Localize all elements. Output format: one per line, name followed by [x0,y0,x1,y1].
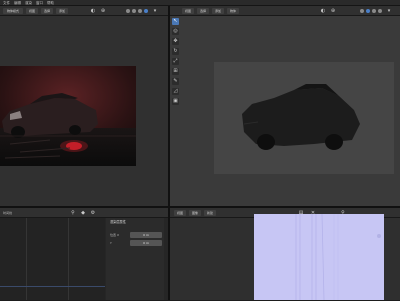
render-svg [0,66,136,166]
bottom-right-editor: 视图 图像 新建 ▤ ✕ ⚲ [170,208,400,301]
bottom-left-header: 时间线 ⚲ ◆ ⚙ [0,208,168,218]
gear-icon[interactable]: ⚙ [90,210,96,216]
gizmo-icon[interactable]: ⊕ [100,8,106,14]
shading-solid-icon[interactable] [366,9,370,13]
left-viewport[interactable]: 物体模式 视图 选择 添加 ◐ ⊕ ▾ [0,6,168,206]
properties-panel: 渲染层属性 位置 X 0 m Y 0 m [106,218,164,300]
shading-solid-icon[interactable] [132,9,136,13]
shading-wire-icon[interactable] [360,9,364,13]
rotate-icon[interactable]: ↻ [172,48,179,55]
cursor-icon[interactable]: ◎ [172,28,179,35]
overlay-icon[interactable]: ◐ [320,8,326,14]
image-menu[interactable]: 图像 [189,210,201,216]
overlay-icon[interactable]: ◐ [90,8,96,14]
view-menu[interactable]: 视图 [182,8,194,14]
view-menu[interactable]: 视图 [174,210,186,216]
panel-title: 渲染层属性 [110,220,126,224]
toolbar: ↖ ◎ ✥ ↻ ⤢ ⊞ ✎ ◿ ▣ [172,18,180,128]
object-menu[interactable]: 物体 [227,8,239,14]
shading-material-icon[interactable] [138,9,142,13]
add-menu[interactable]: 添加 [56,8,68,14]
filter-icon[interactable]: ⚲ [70,210,76,216]
shading-wire-icon[interactable] [126,9,130,13]
select-menu[interactable]: 选择 [197,8,209,14]
timeline-title: 时间线 [3,211,13,215]
field-label-x: 位置 X [110,233,120,237]
uv-svg [254,213,384,301]
uv-texture[interactable] [254,213,384,301]
right-viewport[interactable]: 视图 选择 添加 物体 ◐ ⊕ ▾ ↖ ◎ ✥ ↻ ⤢ ⊞ ✎ ◿ ▣ [170,6,400,206]
chevron-down-icon[interactable]: ▾ [152,8,158,14]
field-input-x[interactable]: 0 m [130,232,162,238]
camera-frame [214,62,394,174]
shading-rendered-icon[interactable] [144,9,148,13]
transform-icon[interactable]: ⊞ [172,68,179,75]
keyframe-icon[interactable]: ◆ [80,210,86,216]
new-image-button[interactable]: 新建 [204,210,216,216]
add-cube-icon[interactable]: ▣ [172,98,179,105]
select-menu[interactable]: 选择 [41,8,53,14]
scale-icon[interactable]: ⤢ [172,58,179,65]
shading-rendered-icon[interactable] [378,9,382,13]
gizmo-icon[interactable]: ⊕ [330,8,336,14]
view-menu[interactable]: 视图 [26,8,38,14]
field-input-y[interactable]: 0 m [130,240,162,246]
chevron-down-icon[interactable]: ▾ [386,8,392,14]
measure-icon[interactable]: ◿ [172,88,179,95]
move-icon[interactable]: ✥ [172,38,179,45]
right-viewport-header: 视图 选择 添加 物体 ◐ ⊕ ▾ [170,6,400,16]
annotate-icon[interactable]: ✎ [172,78,179,85]
solid-car-svg [242,84,360,150]
add-menu[interactable]: 添加 [212,8,224,14]
select-icon[interactable]: ↖ [172,18,179,25]
rendered-car-image [0,66,136,166]
shading-material-icon[interactable] [372,9,376,13]
field-label-y: Y [110,241,112,245]
dope-sheet-area[interactable] [0,218,105,300]
bottom-left-editor: 时间线 ⚲ ◆ ⚙ 渲染层属性 位置 X 0 m Y 0 m [0,208,168,300]
mode-dropdown[interactable]: 物体模式 [3,8,23,14]
left-viewport-header: 物体模式 视图 选择 添加 ◐ ⊕ ▾ [0,6,168,16]
